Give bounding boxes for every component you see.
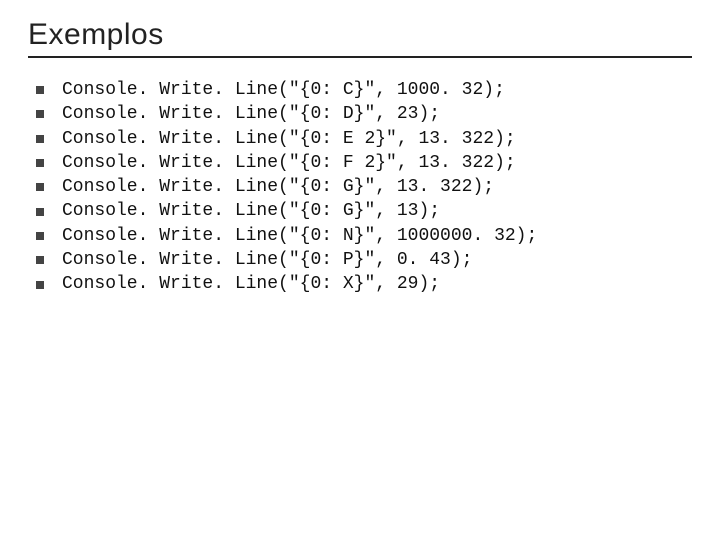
- list-item: Console. Write. Line("{0: N}", 1000000. …: [36, 224, 692, 248]
- code-line: Console. Write. Line("{0: G}", 13);: [62, 199, 440, 223]
- bullet-icon: [36, 208, 44, 216]
- slide-title: Exemplos: [28, 18, 692, 52]
- list-item: Console. Write. Line("{0: P}", 0. 43);: [36, 248, 692, 272]
- code-line: Console. Write. Line("{0: N}", 1000000. …: [62, 224, 537, 248]
- list-item: Console. Write. Line("{0: C}", 1000. 32)…: [36, 78, 692, 102]
- bullet-icon: [36, 135, 44, 143]
- bullet-icon: [36, 86, 44, 94]
- title-underline: [28, 56, 692, 58]
- code-line: Console. Write. Line("{0: F 2}", 13. 322…: [62, 151, 516, 175]
- list-item: Console. Write. Line("{0: X}", 29);: [36, 272, 692, 296]
- list-item: Console. Write. Line("{0: G}", 13. 322);: [36, 175, 692, 199]
- bullet-icon: [36, 110, 44, 118]
- code-line: Console. Write. Line("{0: C}", 1000. 32)…: [62, 78, 505, 102]
- bullet-icon: [36, 232, 44, 240]
- list-item: Console. Write. Line("{0: G}", 13);: [36, 199, 692, 223]
- slide: Exemplos Console. Write. Line("{0: C}", …: [0, 0, 720, 540]
- list-item: Console. Write. Line("{0: E 2}", 13. 322…: [36, 127, 692, 151]
- list-item: Console. Write. Line("{0: F 2}", 13. 322…: [36, 151, 692, 175]
- bullet-icon: [36, 256, 44, 264]
- code-line: Console. Write. Line("{0: D}", 23);: [62, 102, 440, 126]
- code-line: Console. Write. Line("{0: X}", 29);: [62, 272, 440, 296]
- code-list: Console. Write. Line("{0: C}", 1000. 32)…: [36, 78, 692, 297]
- code-line: Console. Write. Line("{0: G}", 13. 322);: [62, 175, 494, 199]
- code-line: Console. Write. Line("{0: P}", 0. 43);: [62, 248, 472, 272]
- code-line: Console. Write. Line("{0: E 2}", 13. 322…: [62, 127, 516, 151]
- bullet-icon: [36, 183, 44, 191]
- list-item: Console. Write. Line("{0: D}", 23);: [36, 102, 692, 126]
- bullet-icon: [36, 281, 44, 289]
- bullet-icon: [36, 159, 44, 167]
